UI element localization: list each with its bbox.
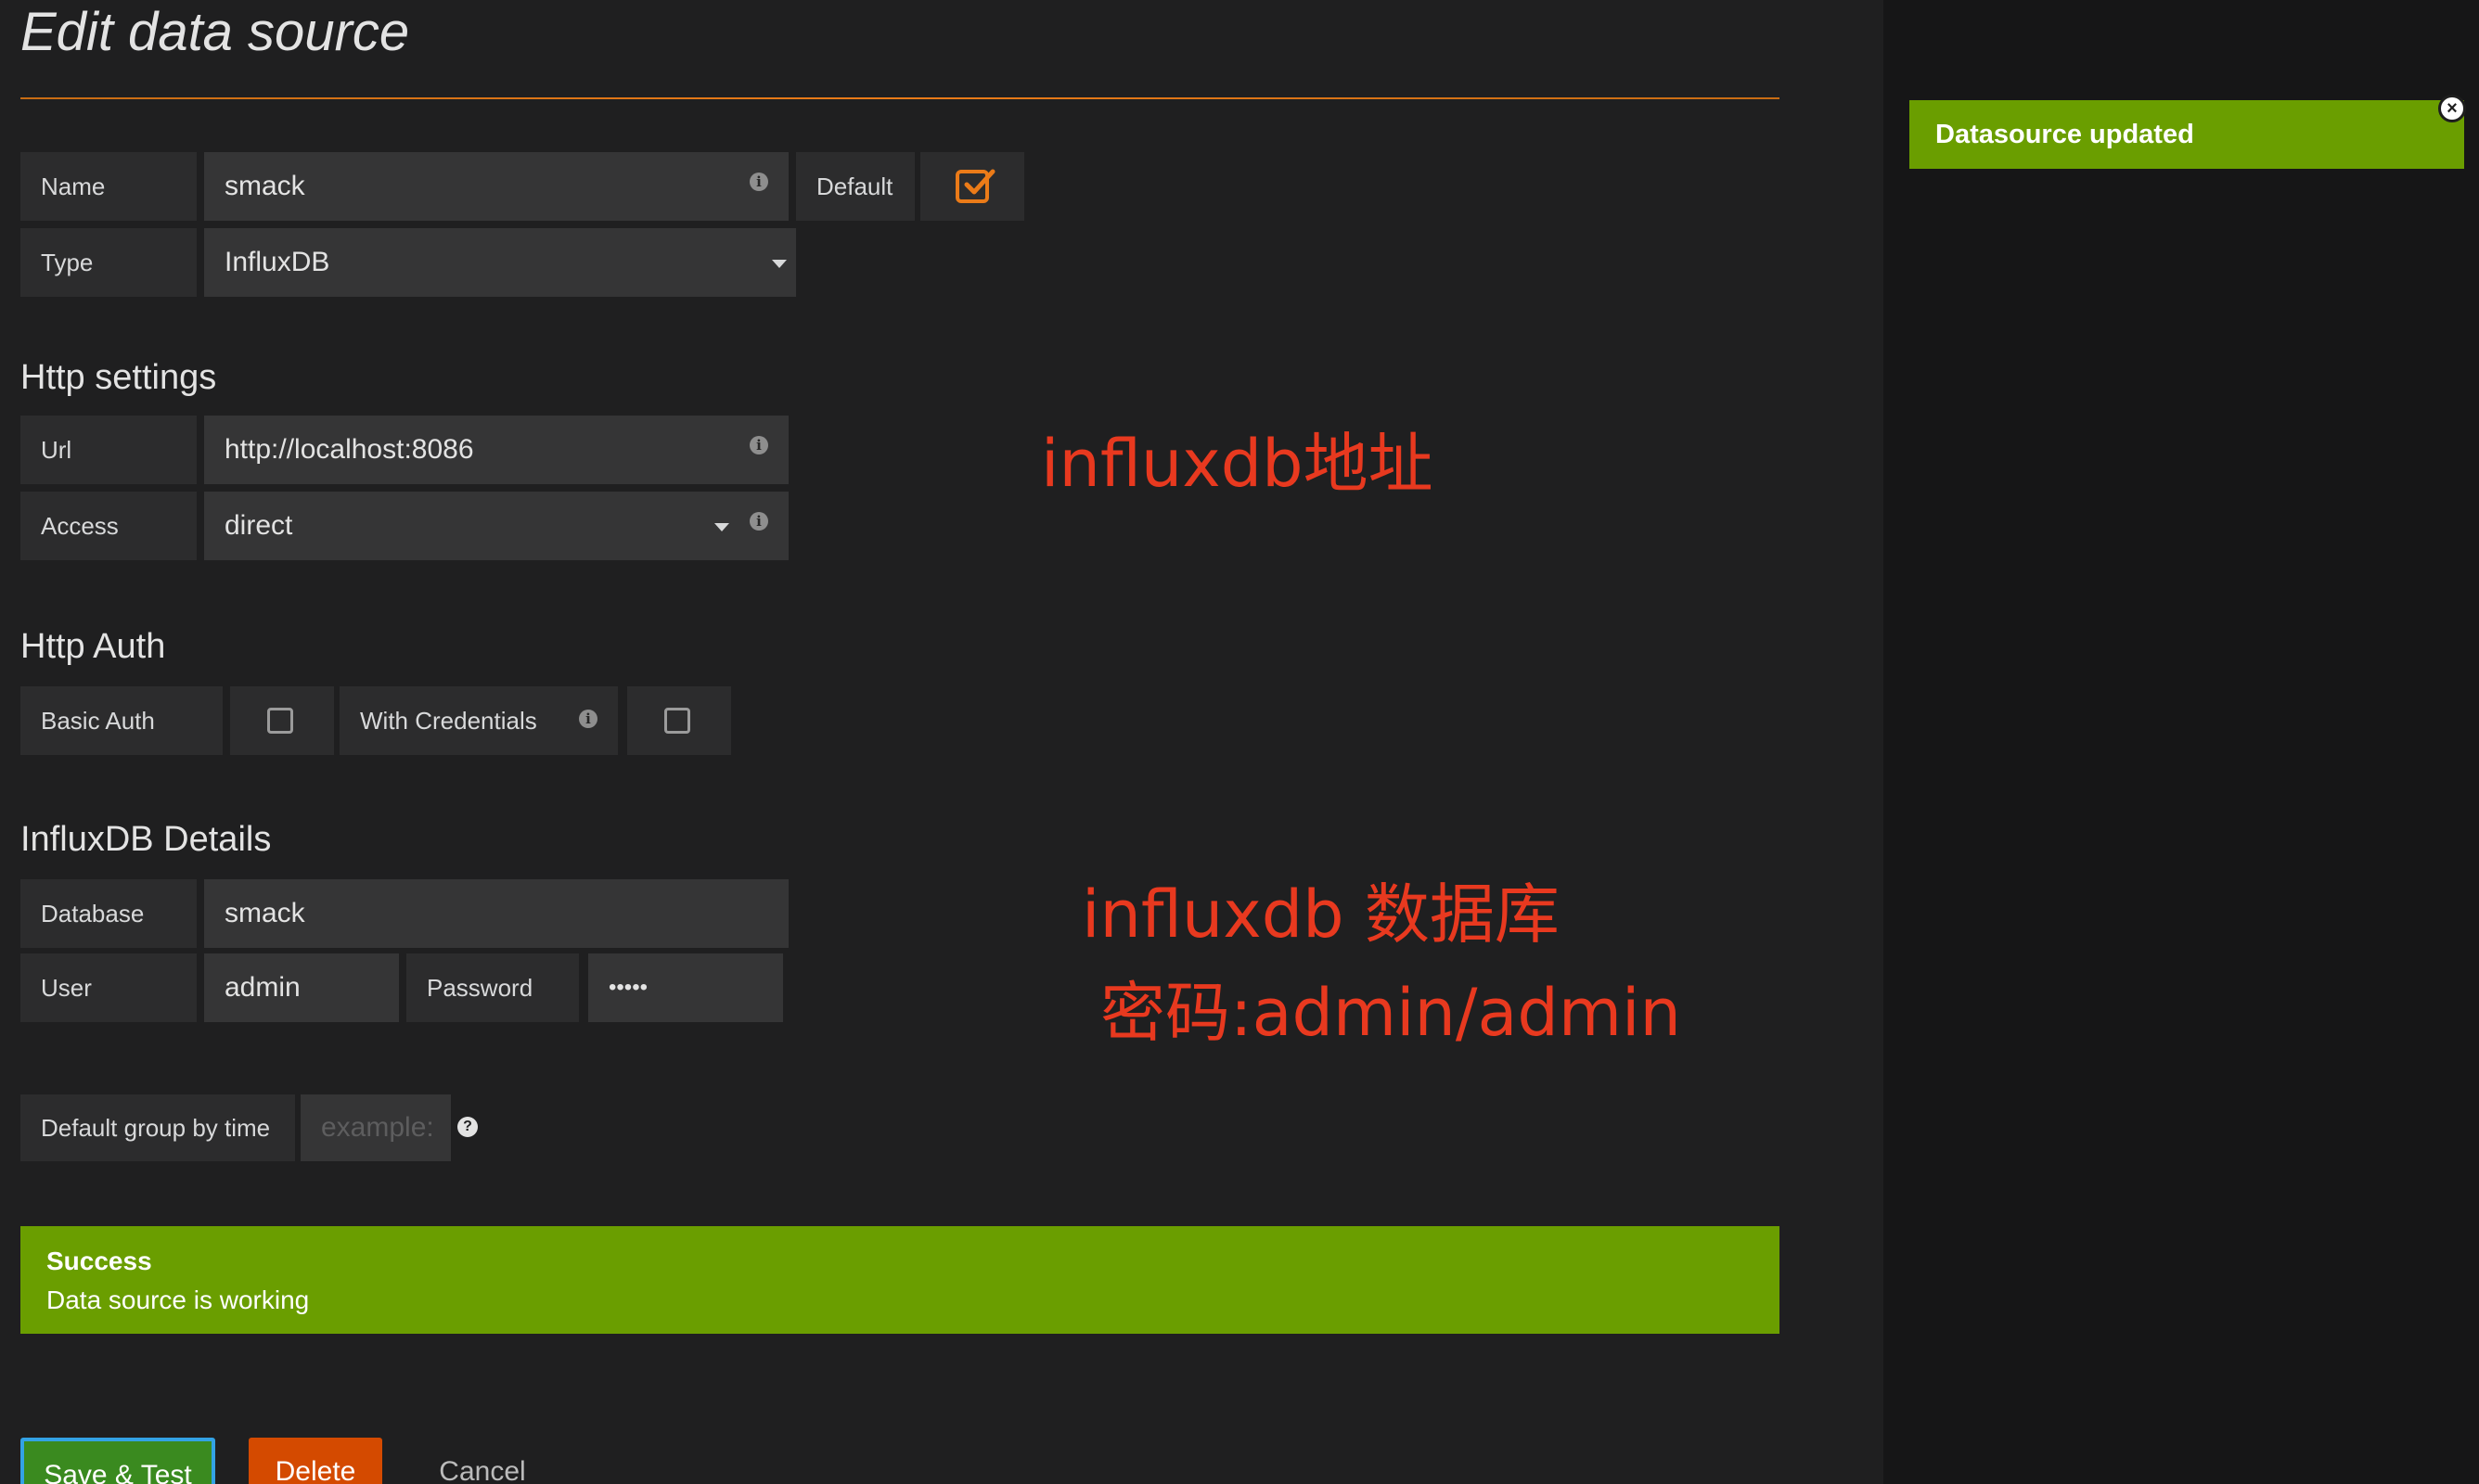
cancel-link[interactable]: Cancel xyxy=(427,1438,538,1484)
name-label: Name xyxy=(20,152,197,221)
password-input[interactable]: ••••• xyxy=(588,953,783,1022)
database-input-value: smack xyxy=(225,898,305,928)
password-label: Password xyxy=(406,953,579,1022)
name-info-icon[interactable]: i xyxy=(750,173,768,191)
access-info-icon[interactable]: i xyxy=(750,512,768,531)
access-label: Access xyxy=(20,492,197,560)
success-alert: Success Data source is working xyxy=(20,1226,1779,1334)
success-alert-title: Success xyxy=(46,1247,152,1275)
save-and-test-button[interactable]: Save & Test xyxy=(20,1438,215,1484)
checkmark-icon xyxy=(964,169,995,195)
database-annotation: influxdb 数据库 xyxy=(1082,876,1560,953)
url-input[interactable]: http://localhost:8086 xyxy=(204,416,789,484)
url-info-icon[interactable]: i xyxy=(750,436,768,454)
with-credentials-info-icon[interactable]: i xyxy=(579,710,597,728)
user-input[interactable]: admin xyxy=(204,953,399,1022)
type-label: Type xyxy=(20,228,197,297)
with-credentials-checkbox-cell[interactable] xyxy=(627,686,731,755)
url-annotation: influxdb地址 xyxy=(1041,426,1433,502)
group-by-time-input[interactable]: example: xyxy=(301,1094,451,1161)
url-input-value: http://localhost:8086 xyxy=(225,434,474,465)
default-label: Default xyxy=(796,152,915,221)
database-input[interactable]: smack xyxy=(204,879,789,948)
database-label: Database xyxy=(20,879,197,948)
title-divider xyxy=(20,97,1779,99)
name-input[interactable]: smack xyxy=(204,152,789,221)
success-alert-text: Data source is working xyxy=(46,1286,310,1314)
group-by-time-label: Default group by time xyxy=(20,1094,295,1161)
group-by-time-placeholder: example: xyxy=(321,1112,434,1143)
credentials-annotation: 密码:admin/admin xyxy=(1100,975,1681,1051)
toast-text: Datasource updated xyxy=(1935,119,2194,149)
http-settings-heading: Http settings xyxy=(20,358,217,397)
name-input-value: smack xyxy=(225,171,305,201)
basic-auth-label: Basic Auth xyxy=(20,686,223,755)
user-label: User xyxy=(20,953,197,1022)
group-by-help-icon[interactable]: ? xyxy=(457,1117,478,1137)
with-credentials-checkbox[interactable] xyxy=(664,708,690,734)
http-auth-heading: Http Auth xyxy=(20,627,166,666)
access-select-value: direct xyxy=(225,510,293,541)
basic-auth-checkbox-cell[interactable] xyxy=(230,686,334,755)
influxdb-details-heading: InfluxDB Details xyxy=(20,820,272,859)
datasource-updated-toast: Datasource updated xyxy=(1909,100,2464,169)
toast-close-icon[interactable]: × xyxy=(2438,95,2466,122)
default-checkbox[interactable] xyxy=(956,169,995,203)
type-chevron-down-icon xyxy=(772,260,787,268)
notification-pane xyxy=(1883,0,2479,1484)
type-select[interactable]: InfluxDB xyxy=(204,228,796,297)
password-input-value: ••••• xyxy=(609,975,649,1000)
type-select-value: InfluxDB xyxy=(225,247,330,277)
page-title: Edit data source xyxy=(20,2,410,62)
access-chevron-down-icon xyxy=(714,523,729,531)
access-select[interactable]: direct xyxy=(204,492,789,560)
delete-button[interactable]: Delete xyxy=(249,1438,382,1484)
user-input-value: admin xyxy=(225,972,301,1003)
basic-auth-checkbox[interactable] xyxy=(267,708,293,734)
edit-data-source-page: Edit data source Name smack i Default Ty… xyxy=(0,0,2479,1484)
url-label: Url xyxy=(20,416,197,484)
with-credentials-label: With Credentials xyxy=(340,686,618,755)
default-checkbox-cell[interactable] xyxy=(920,152,1024,221)
